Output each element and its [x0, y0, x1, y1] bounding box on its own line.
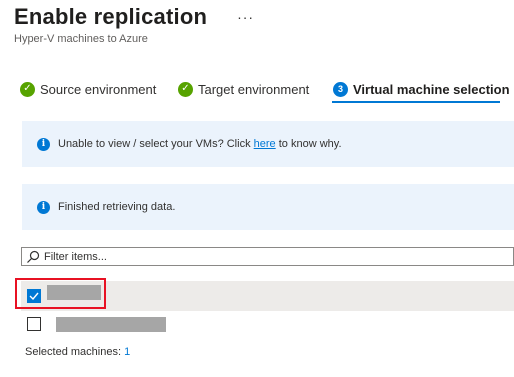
row-checkbox[interactable] — [27, 317, 41, 331]
here-link[interactable]: here — [254, 138, 276, 150]
banner-text-before: Unable to view / select your VMs? Click — [58, 138, 254, 150]
banner-text: Unable to view / select your VMs? Click … — [58, 138, 342, 150]
check-icon: ✓ — [20, 81, 35, 97]
filter-input[interactable] — [40, 250, 488, 263]
info-icon: i — [37, 137, 50, 151]
step-source-environment[interactable]: ✓ Source environment — [20, 79, 156, 99]
check-icon: ✓ — [178, 81, 193, 97]
header: Enable replication ··· — [14, 4, 258, 30]
selected-machines-label: Selected machines: — [25, 346, 125, 358]
page-title: Enable replication — [14, 4, 208, 29]
more-options-button[interactable]: ··· — [233, 9, 258, 25]
search-icon — [27, 250, 40, 263]
wizard-steps: ✓ Source environment ✓ Target environmen… — [20, 79, 514, 103]
step-target-environment[interactable]: ✓ Target environment — [178, 79, 309, 99]
selected-machines-count: 1 — [124, 346, 131, 358]
vm-help-banner: i Unable to view / select your VMs? Clic… — [22, 121, 514, 167]
step-label: Target environment — [198, 81, 310, 97]
info-icon: i — [37, 200, 50, 214]
selection-highlight-box — [15, 278, 106, 309]
filter-box[interactable] — [21, 247, 514, 266]
machine-name-redacted — [56, 316, 166, 332]
machine-row[interactable] — [21, 309, 514, 339]
banner-text-after: to know why. — [275, 138, 342, 150]
active-step-underline — [332, 101, 500, 103]
selected-machines-summary: Selected machines: 1 — [25, 346, 130, 358]
status-text: Finished retrieving data. — [58, 201, 176, 213]
page-subtitle: Hyper-V machines to Azure — [14, 33, 148, 45]
step-virtual-machine-selection[interactable]: 3 Virtual machine selection — [333, 79, 510, 99]
step-number-badge: 3 — [333, 81, 348, 97]
step-label: Source environment — [40, 81, 157, 97]
step-label: Virtual machine selection — [353, 81, 510, 97]
status-banner: i Finished retrieving data. — [22, 184, 514, 230]
